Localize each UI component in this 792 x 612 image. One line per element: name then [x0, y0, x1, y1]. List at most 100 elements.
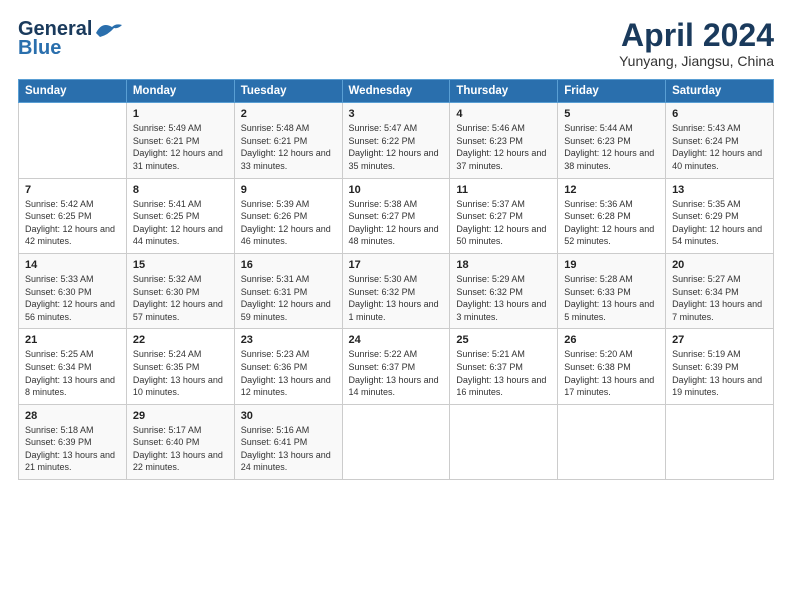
header-row: SundayMondayTuesdayWednesdayThursdayFrid…	[19, 80, 774, 103]
day-info: Sunrise: 5:48 AMSunset: 6:21 PMDaylight:…	[241, 122, 336, 172]
title-block: April 2024 Yunyang, Jiangsu, China	[619, 18, 774, 69]
day-number: 7	[25, 184, 120, 196]
day-info: Sunrise: 5:46 AMSunset: 6:23 PMDaylight:…	[456, 122, 551, 172]
day-info: Sunrise: 5:18 AMSunset: 6:39 PMDaylight:…	[25, 424, 120, 474]
week-row-2: 7 Sunrise: 5:42 AMSunset: 6:25 PMDaylight…	[19, 178, 774, 253]
day-number: 29	[133, 410, 228, 422]
day-number: 3	[349, 108, 444, 120]
day-cell: 9 Sunrise: 5:39 AMSunset: 6:26 PMDaylight…	[234, 178, 342, 253]
day-info: Sunrise: 5:43 AMSunset: 6:24 PMDaylight:…	[672, 122, 767, 172]
day-cell: 22 Sunrise: 5:24 AMSunset: 6:35 PMDayligh…	[126, 329, 234, 404]
day-cell: 26Sunrise: 5:20 AMSunset: 6:38 PMDayligh…	[558, 329, 666, 404]
day-info: Sunrise: 5:42 AMSunset: 6:25 PMDaylight:…	[25, 198, 120, 248]
day-info: Sunrise: 5:28 AMSunset: 6:33 PMDaylight:…	[564, 273, 659, 323]
day-cell: 11Sunrise: 5:37 AMSunset: 6:27 PMDayligh…	[450, 178, 558, 253]
location-subtitle: Yunyang, Jiangsu, China	[619, 53, 774, 69]
month-title: April 2024	[619, 18, 774, 53]
day-cell: 7 Sunrise: 5:42 AMSunset: 6:25 PMDaylight…	[19, 178, 127, 253]
day-number: 12	[564, 184, 659, 196]
week-row-3: 14 Sunrise: 5:33 AMSunset: 6:30 PMDayligh…	[19, 253, 774, 328]
day-number: 21	[25, 334, 120, 346]
day-number: 1	[133, 108, 228, 120]
day-info: Sunrise: 5:19 AMSunset: 6:39 PMDaylight:…	[672, 348, 767, 398]
day-info: Sunrise: 5:31 AMSunset: 6:31 PMDaylight:…	[241, 273, 336, 323]
day-cell: 12 Sunrise: 5:36 AMSunset: 6:28 PMDayligh…	[558, 178, 666, 253]
day-cell: 27 Sunrise: 5:19 AMSunset: 6:39 PMDayligh…	[666, 329, 774, 404]
day-info: Sunrise: 5:39 AMSunset: 6:26 PMDaylight:…	[241, 198, 336, 248]
day-cell: 28 Sunrise: 5:18 AMSunset: 6:39 PMDayligh…	[19, 404, 127, 479]
day-info: Sunrise: 5:33 AMSunset: 6:30 PMDaylight:…	[25, 273, 120, 323]
day-number: 4	[456, 108, 551, 120]
day-cell: 21 Sunrise: 5:25 AMSunset: 6:34 PMDayligh…	[19, 329, 127, 404]
day-number: 22	[133, 334, 228, 346]
column-header-monday: Monday	[126, 80, 234, 103]
day-cell: 6 Sunrise: 5:43 AMSunset: 6:24 PMDaylight…	[666, 103, 774, 178]
day-cell	[450, 404, 558, 479]
day-cell: 17Sunrise: 5:30 AMSunset: 6:32 PMDayligh…	[342, 253, 450, 328]
column-header-saturday: Saturday	[666, 80, 774, 103]
day-info: Sunrise: 5:24 AMSunset: 6:35 PMDaylight:…	[133, 348, 228, 398]
day-cell: 19 Sunrise: 5:28 AMSunset: 6:33 PMDayligh…	[558, 253, 666, 328]
day-cell: 15Sunrise: 5:32 AMSunset: 6:30 PMDayligh…	[126, 253, 234, 328]
day-info: Sunrise: 5:29 AMSunset: 6:32 PMDaylight:…	[456, 273, 551, 323]
day-cell	[342, 404, 450, 479]
day-info: Sunrise: 5:47 AMSunset: 6:22 PMDaylight:…	[349, 122, 444, 172]
day-info: Sunrise: 5:37 AMSunset: 6:27 PMDaylight:…	[456, 198, 551, 248]
day-cell: 20Sunrise: 5:27 AMSunset: 6:34 PMDayligh…	[666, 253, 774, 328]
week-row-5: 28 Sunrise: 5:18 AMSunset: 6:39 PMDayligh…	[19, 404, 774, 479]
day-number: 5	[564, 108, 659, 120]
day-cell	[666, 404, 774, 479]
day-info: Sunrise: 5:23 AMSunset: 6:36 PMDaylight:…	[241, 348, 336, 398]
day-number: 9	[241, 184, 336, 196]
day-cell	[558, 404, 666, 479]
day-cell: 3 Sunrise: 5:47 AMSunset: 6:22 PMDaylight…	[342, 103, 450, 178]
day-number: 2	[241, 108, 336, 120]
day-cell: 30 Sunrise: 5:16 AMSunset: 6:41 PMDayligh…	[234, 404, 342, 479]
day-cell: 14 Sunrise: 5:33 AMSunset: 6:30 PMDayligh…	[19, 253, 127, 328]
header: General Blue April 2024 Yunyang, Jiangsu…	[18, 18, 774, 69]
day-info: Sunrise: 5:35 AMSunset: 6:29 PMDaylight:…	[672, 198, 767, 248]
day-number: 6	[672, 108, 767, 120]
day-info: Sunrise: 5:21 AMSunset: 6:37 PMDaylight:…	[456, 348, 551, 398]
day-info: Sunrise: 5:25 AMSunset: 6:34 PMDaylight:…	[25, 348, 120, 398]
day-number: 23	[241, 334, 336, 346]
day-info: Sunrise: 5:38 AMSunset: 6:27 PMDaylight:…	[349, 198, 444, 248]
day-number: 28	[25, 410, 120, 422]
column-header-friday: Friday	[558, 80, 666, 103]
logo: General Blue	[18, 18, 124, 60]
day-number: 13	[672, 184, 767, 196]
day-cell: 13 Sunrise: 5:35 AMSunset: 6:29 PMDayligh…	[666, 178, 774, 253]
day-number: 20	[672, 259, 767, 271]
day-number: 30	[241, 410, 336, 422]
day-number: 8	[133, 184, 228, 196]
day-cell: 23 Sunrise: 5:23 AMSunset: 6:36 PMDayligh…	[234, 329, 342, 404]
week-row-1: 1 Sunrise: 5:49 AMSunset: 6:21 PMDaylight…	[19, 103, 774, 178]
day-info: Sunrise: 5:17 AMSunset: 6:40 PMDaylight:…	[133, 424, 228, 474]
day-number: 24	[349, 334, 444, 346]
calendar-table: SundayMondayTuesdayWednesdayThursdayFrid…	[18, 79, 774, 480]
day-info: Sunrise: 5:32 AMSunset: 6:30 PMDaylight:…	[133, 273, 228, 323]
day-number: 14	[25, 259, 120, 271]
day-cell: 10 Sunrise: 5:38 AMSunset: 6:27 PMDayligh…	[342, 178, 450, 253]
day-cell: 29 Sunrise: 5:17 AMSunset: 6:40 PMDayligh…	[126, 404, 234, 479]
day-info: Sunrise: 5:44 AMSunset: 6:23 PMDaylight:…	[564, 122, 659, 172]
day-number: 18	[456, 259, 551, 271]
column-header-tuesday: Tuesday	[234, 80, 342, 103]
column-header-thursday: Thursday	[450, 80, 558, 103]
day-cell: 16Sunrise: 5:31 AMSunset: 6:31 PMDayligh…	[234, 253, 342, 328]
logo-bird-icon	[94, 19, 124, 41]
week-row-4: 21 Sunrise: 5:25 AMSunset: 6:34 PMDayligh…	[19, 329, 774, 404]
day-cell: 24Sunrise: 5:22 AMSunset: 6:37 PMDayligh…	[342, 329, 450, 404]
day-cell: 1 Sunrise: 5:49 AMSunset: 6:21 PMDaylight…	[126, 103, 234, 178]
column-header-sunday: Sunday	[19, 80, 127, 103]
day-info: Sunrise: 5:36 AMSunset: 6:28 PMDaylight:…	[564, 198, 659, 248]
day-number: 27	[672, 334, 767, 346]
day-number: 10	[349, 184, 444, 196]
day-number: 25	[456, 334, 551, 346]
day-info: Sunrise: 5:16 AMSunset: 6:41 PMDaylight:…	[241, 424, 336, 474]
calendar-page: General Blue April 2024 Yunyang, Jiangsu…	[0, 0, 792, 612]
day-number: 17	[349, 259, 444, 271]
day-number: 26	[564, 334, 659, 346]
day-number: 19	[564, 259, 659, 271]
day-info: Sunrise: 5:49 AMSunset: 6:21 PMDaylight:…	[133, 122, 228, 172]
